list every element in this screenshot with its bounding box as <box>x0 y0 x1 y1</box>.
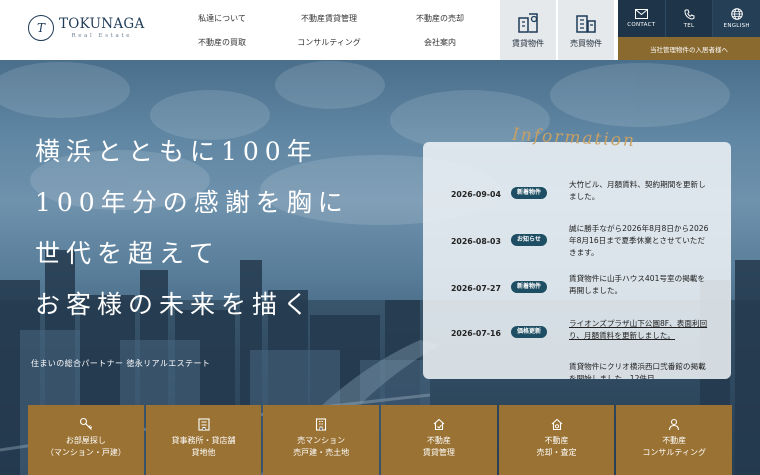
house-icon <box>316 418 327 431</box>
service-office-rental[interactable]: 貸事務所・貸店舗 貸地他 <box>145 405 262 475</box>
tel-button[interactable]: TEL <box>666 0 714 37</box>
news-date: 2026-08-03 <box>451 237 501 246</box>
tel-label: TEL <box>683 22 695 29</box>
nav-company[interactable]: 会社案内 <box>424 37 456 48</box>
news-badge: 価格更新 <box>511 326 548 338</box>
rental-building-icon <box>518 13 538 33</box>
main-nav: 私達について 不動産賃貸管理 不動産の売却 不動産の買取 コンサルティング 会社… <box>165 0 495 60</box>
rental-properties-label: 賃貸物件 <box>512 39 544 48</box>
key-icon <box>79 417 93 430</box>
office-icon <box>197 418 210 431</box>
service-subtitle-4: 賃貸管理 <box>422 448 455 457</box>
news-badge: お知らせ <box>511 234 547 246</box>
nav-rental-management[interactable]: 不動産賃貸管理 <box>301 13 357 24</box>
nav-purchase[interactable]: 不動産の買取 <box>198 37 246 48</box>
nav-about[interactable]: 私達について <box>198 13 246 24</box>
news-text: 大竹ビル、月額賃料、契約期間を更新しました。 <box>569 180 706 201</box>
site-header: T TOKUNAGA Real Estate 私達について 不動産賃貸管理 不動… <box>0 0 760 60</box>
nav-consulting[interactable]: コンサルティング <box>297 37 361 48</box>
service-rental-management[interactable]: 不動産 賃貸管理 <box>381 405 497 475</box>
news-item[interactable]: 賃貸物件にクリオ横浜西口弐番館の掲載を開始しました。12件目 <box>423 362 731 379</box>
management-icon <box>433 418 445 431</box>
contact-bar: CONTACT TEL ENGLISH <box>618 0 760 37</box>
brand-sub: Real Estate <box>71 33 133 39</box>
consulting-icon <box>669 418 680 431</box>
rental-properties-button[interactable]: 賃貸物件 <box>499 0 556 60</box>
sale-icon <box>551 418 562 431</box>
resident-info-button[interactable]: 当社管理物件の入居者様へ <box>618 37 760 60</box>
service-subtitle-5: 売却・査定 <box>536 448 577 457</box>
contact-button[interactable]: CONTACT <box>618 0 666 37</box>
news-date: 2026-07-16 <box>451 329 501 338</box>
service-subtitle-2: 貸地他 <box>191 448 216 457</box>
service-title-2: 貸事務所・貸店舗 <box>171 436 236 445</box>
news-badge: 新着物件 <box>511 187 548 199</box>
english-button[interactable]: ENGLISH <box>713 0 760 37</box>
service-title-4: 不動産 <box>426 436 451 445</box>
hero-copy: 横浜とともに100年 100年分の感謝を胸に 世代を超えて お客様の未来を描く <box>35 132 349 336</box>
brand-name: TOKUNAGA <box>59 16 145 32</box>
sale-properties-button[interactable]: 売買物件 <box>557 0 614 60</box>
nav-sale[interactable]: 不動産の売却 <box>416 13 464 24</box>
phone-icon <box>683 9 694 20</box>
service-title-1: お部屋探し <box>65 436 106 445</box>
service-subtitle-3: 売戸建・売土地 <box>293 448 350 457</box>
globe-icon <box>730 8 743 20</box>
services-bar: お部屋探し （マンション・戸建） 貸事務所・貸店舗 貸地他 売マンション 売戸建… <box>28 405 733 475</box>
mail-icon <box>634 9 648 19</box>
news-item[interactable]: 2026-07-27 新着物件 賃貸物件に山手ハウス401号室の掲載を再開しまし… <box>423 274 731 316</box>
service-property-sale[interactable]: 売マンション 売戸建・売土地 <box>263 405 380 475</box>
hero-line-2: 100年分の感謝を胸に <box>35 188 349 217</box>
news-item[interactable]: 2026-07-16 価格更新 ライオンズプラザ山下公園8F、表面利回り、月額賃… <box>423 318 731 361</box>
hero-line-4: お客様の未来を描く <box>35 290 315 319</box>
news-text: 賃貸物件にクリオ横浜西口弐番館の掲載を開始しました。12件目 <box>569 362 706 379</box>
service-sale-appraisal[interactable]: 不動産 売却・査定 <box>498 405 615 475</box>
sale-properties-label: 売買物件 <box>570 39 602 48</box>
service-room-search[interactable]: お部屋探し （マンション・戸建） <box>28 405 144 475</box>
logo-text: TOKUNAGA Real Estate <box>59 16 145 40</box>
news-text: 誠に勝手ながら2026年8月8日から2026年8月16日まで夏季休業とさせていた… <box>569 224 709 257</box>
news-item[interactable]: 2026-08-03 お知らせ 誠に勝手ながら2026年8月8日から2026年8… <box>423 224 731 269</box>
service-subtitle-1: （マンション・戸建） <box>45 448 126 457</box>
service-title-3: 売マンション <box>297 436 346 445</box>
contact-label: CONTACT <box>627 22 656 28</box>
service-title-5: 不動産 <box>544 436 569 445</box>
english-label: ENGLISH <box>723 23 750 29</box>
news-text: 賃貸物件に山手ハウス401号室の掲載を再開しました。 <box>569 274 705 295</box>
hero-tagline: 住まいの総合パートナー 徳永リアルエステート <box>31 359 211 368</box>
news-text-link[interactable]: ライオンズプラザ山下公園8F、表面利回り、月額賃料を更新しました。 <box>569 318 709 342</box>
logo-mark-icon: T <box>28 15 54 41</box>
service-title-6: 不動産 <box>662 436 687 445</box>
hero-line-3: 世代を超えて <box>35 239 220 268</box>
sale-building-icon <box>576 15 596 33</box>
service-consulting[interactable]: 不動産 コンサルティング <box>616 405 733 475</box>
news-date: 2026-07-27 <box>451 284 501 293</box>
logo[interactable]: T TOKUNAGA Real Estate <box>28 15 145 41</box>
news-date: 2026-09-04 <box>451 190 501 199</box>
news-badge: 新着物件 <box>511 281 548 293</box>
information-panel[interactable]: 2026-09-04 新着物件 大竹ビル、月額賃料、契約期間を更新しました。 2… <box>423 142 731 379</box>
news-item[interactable]: 2026-09-04 新着物件 大竹ビル、月額賃料、契約期間を更新しました。 <box>423 180 731 222</box>
hero-line-1: 横浜とともに100年 <box>35 137 318 166</box>
service-subtitle-6: コンサルティング <box>642 448 706 457</box>
